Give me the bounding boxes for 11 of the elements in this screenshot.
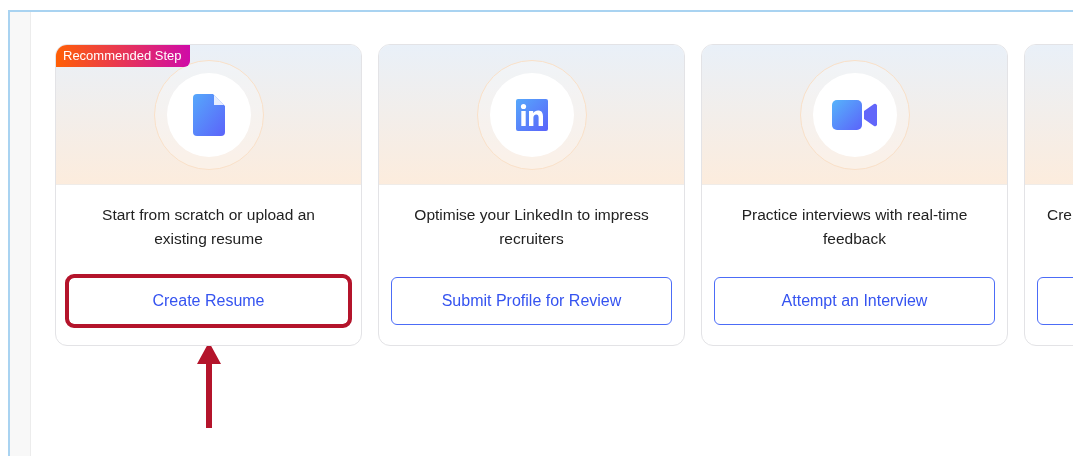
card-description: Optimise your LinkedIn to impress recruiters — [413, 205, 650, 249]
video-camera-icon — [831, 99, 878, 130]
document-icon — [192, 93, 225, 136]
card-description: Practice interviews with real-time feedback — [740, 205, 969, 249]
action-button[interactable]: Create Resume — [68, 277, 349, 325]
linkedin-icon — [515, 98, 548, 131]
action-button[interactable]: Submit Profile for Review — [391, 277, 672, 325]
card-description: Start from scratch or upload an existing resume — [101, 205, 316, 249]
card-description: Cre — [1046, 205, 1073, 225]
recommended-badge: Recommended Step — [56, 45, 190, 67]
action-button[interactable]: Attempt an Interview — [714, 277, 995, 325]
